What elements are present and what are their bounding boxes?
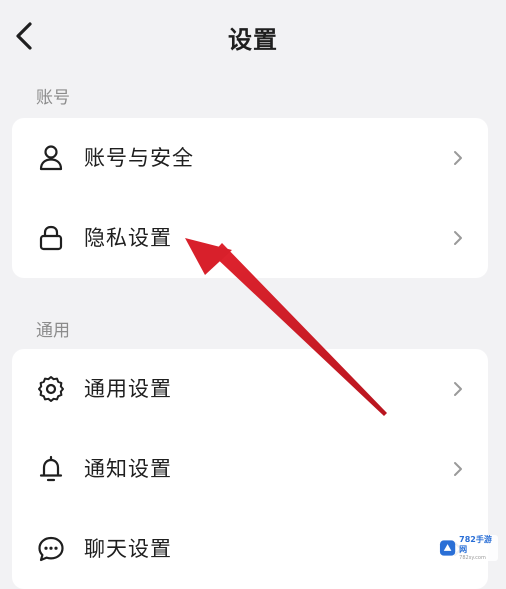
privacy-settings-item[interactable]: 隐私设置 xyxy=(12,198,488,278)
section-label-general: 通用 xyxy=(36,321,70,341)
general-settings-card: 通用设置 通知设置 聊天设置 xyxy=(12,349,488,589)
notification-settings-item[interactable]: 通知设置 xyxy=(12,429,488,509)
account-security-item[interactable]: 账号与安全 xyxy=(12,118,488,198)
chevron-right-icon xyxy=(454,382,462,396)
person-icon xyxy=(39,145,63,171)
chevron-right-icon xyxy=(454,151,462,165)
chat-settings-item[interactable]: 聊天设置 xyxy=(12,509,488,589)
lock-icon xyxy=(39,225,63,251)
privacy-settings-label: 隐私设置 xyxy=(84,226,172,250)
general-settings-item[interactable]: 通用设置 xyxy=(12,349,488,429)
account-settings-card: 账号与安全 隐私设置 xyxy=(12,118,488,278)
gear-icon xyxy=(38,376,64,402)
chevron-right-icon xyxy=(454,231,462,245)
general-settings-label: 通用设置 xyxy=(84,377,172,401)
chevron-right-icon xyxy=(454,462,462,476)
notification-settings-label: 通知设置 xyxy=(84,457,172,481)
watermark-title: 782手游网 xyxy=(459,534,492,554)
bell-icon xyxy=(39,455,63,482)
section-label-account: 账号 xyxy=(36,88,70,108)
chat-settings-label: 聊天设置 xyxy=(84,537,172,561)
watermark-subtitle: 782sy.com xyxy=(459,554,486,561)
watermark: 782手游网 782sy.com xyxy=(436,535,498,561)
watermark-logo-icon xyxy=(439,540,456,556)
page-title: 设置 xyxy=(228,26,278,54)
account-security-label: 账号与安全 xyxy=(84,146,194,170)
chat-bubble-icon xyxy=(38,536,64,562)
header-bar: 设置 xyxy=(0,0,506,78)
